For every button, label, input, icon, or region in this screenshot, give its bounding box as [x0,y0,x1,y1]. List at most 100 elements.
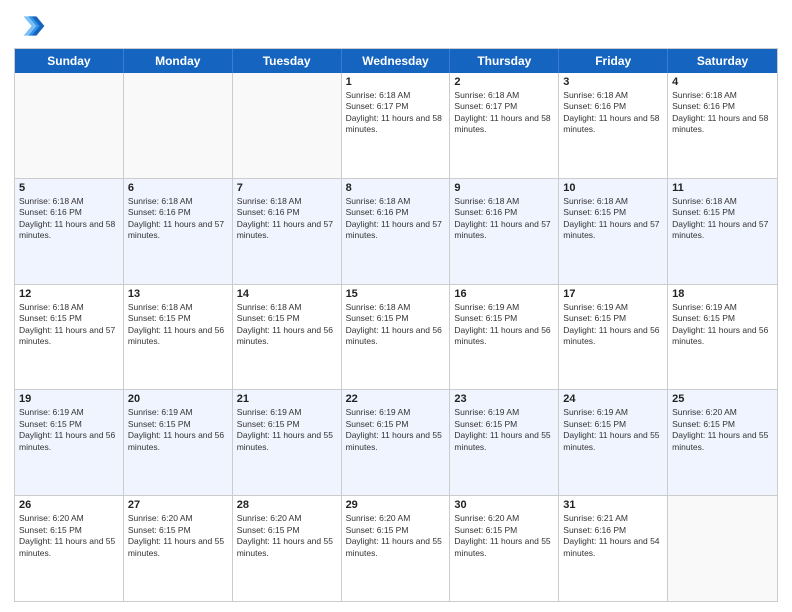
calendar-cell [233,73,342,178]
day-info: Sunrise: 6:18 AMSunset: 6:16 PMDaylight:… [672,90,773,136]
calendar-cell: 12 Sunrise: 6:18 AMSunset: 6:15 PMDayligh… [15,285,124,390]
day-info: Sunrise: 6:18 AMSunset: 6:17 PMDaylight:… [346,90,446,136]
day-info: Sunrise: 6:18 AMSunset: 6:15 PMDaylight:… [128,302,228,348]
day-number: 2 [454,76,554,88]
day-info: Sunrise: 6:19 AMSunset: 6:15 PMDaylight:… [672,302,773,348]
calendar: SundayMondayTuesdayWednesdayThursdayFrid… [14,48,778,602]
calendar-cell: 9Sunrise: 6:18 AMSunset: 6:16 PMDaylight… [450,179,559,284]
calendar-row-1: 1 Sunrise: 6:18 AMSunset: 6:17 PMDaylight… [15,73,777,179]
calendar-cell: 25Sunrise: 6:20 AMSunset: 6:15 PMDayligh… [668,390,777,495]
day-info: Sunrise: 6:18 AMSunset: 6:16 PMDaylight:… [19,196,119,242]
page-header [14,10,778,42]
calendar-cell: 8 Sunrise: 6:18 AMSunset: 6:16 PMDaylight… [342,179,451,284]
calendar-row-2: 5 Sunrise: 6:18 AMSunset: 6:16 PMDaylight… [15,179,777,285]
calendar-cell: 30 Sunrise: 6:20 AMSunset: 6:15 PMDayligh… [450,496,559,601]
day-info: Sunrise: 6:18 AMSunset: 6:16 PMDaylight:… [563,90,663,136]
day-info: Sunrise: 6:19 AMSunset: 6:15 PMDaylight:… [563,302,663,348]
day-number: 18 [672,288,773,300]
day-info: Sunrise: 6:19 AMSunset: 6:15 PMDaylight:… [19,407,119,453]
day-info: Sunrise: 6:19 AMSunset: 6:15 PMDaylight:… [128,407,228,453]
day-info: Sunrise: 6:19 AMSunset: 6:15 PMDaylight:… [346,407,446,453]
day-info: Sunrise: 6:20 AMSunset: 6:15 PMDaylight:… [237,513,337,559]
day-info: Sunrise: 6:18 AMSunset: 6:16 PMDaylight:… [128,196,228,242]
day-info: Sunrise: 6:18 AMSunset: 6:16 PMDaylight:… [454,196,554,242]
calendar-row-4: 19 Sunrise: 6:19 AMSunset: 6:15 PMDayligh… [15,390,777,496]
day-info: Sunrise: 6:20 AMSunset: 6:15 PMDaylight:… [454,513,554,559]
day-number: 22 [346,393,446,405]
calendar-cell: 1 Sunrise: 6:18 AMSunset: 6:17 PMDaylight… [342,73,451,178]
calendar-cell: 15 Sunrise: 6:18 AMSunset: 6:15 PMDayligh… [342,285,451,390]
day-number: 28 [237,499,337,511]
day-number: 23 [454,393,554,405]
calendar-cell: 13 Sunrise: 6:18 AMSunset: 6:15 PMDayligh… [124,285,233,390]
header-day-wednesday: Wednesday [342,49,451,73]
day-info: Sunrise: 6:21 AMSunset: 6:16 PMDaylight:… [563,513,663,559]
day-info: Sunrise: 6:18 AMSunset: 6:15 PMDaylight:… [346,302,446,348]
calendar-cell: 29Sunrise: 6:20 AMSunset: 6:15 PMDayligh… [342,496,451,601]
header-day-thursday: Thursday [450,49,559,73]
calendar-cell: 11 Sunrise: 6:18 AMSunset: 6:15 PMDayligh… [668,179,777,284]
calendar-cell: 4Sunrise: 6:18 AMSunset: 6:16 PMDaylight… [668,73,777,178]
day-number: 13 [128,288,228,300]
day-info: Sunrise: 6:19 AMSunset: 6:15 PMDaylight:… [237,407,337,453]
day-number: 16 [454,288,554,300]
day-number: 26 [19,499,119,511]
day-info: Sunrise: 6:18 AMSunset: 6:15 PMDaylight:… [672,196,773,242]
day-number: 31 [563,499,663,511]
day-info: Sunrise: 6:19 AMSunset: 6:15 PMDaylight:… [563,407,663,453]
calendar-cell: 28 Sunrise: 6:20 AMSunset: 6:15 PMDayligh… [233,496,342,601]
calendar-cell: 24 Sunrise: 6:19 AMSunset: 6:15 PMDayligh… [559,390,668,495]
day-number: 30 [454,499,554,511]
header-day-saturday: Saturday [668,49,777,73]
calendar-body: 1 Sunrise: 6:18 AMSunset: 6:17 PMDaylight… [15,73,777,601]
day-number: 27 [128,499,228,511]
day-number: 10 [563,182,663,194]
day-info: Sunrise: 6:19 AMSunset: 6:15 PMDaylight:… [454,302,554,348]
calendar-cell: 3 Sunrise: 6:18 AMSunset: 6:16 PMDaylight… [559,73,668,178]
calendar-cell: 14Sunrise: 6:18 AMSunset: 6:15 PMDayligh… [233,285,342,390]
calendar-cell: 2 Sunrise: 6:18 AMSunset: 6:17 PMDaylight… [450,73,559,178]
day-number: 19 [19,393,119,405]
day-number: 20 [128,393,228,405]
calendar-cell: 16 Sunrise: 6:19 AMSunset: 6:15 PMDayligh… [450,285,559,390]
calendar-cell: 23Sunrise: 6:19 AMSunset: 6:15 PMDayligh… [450,390,559,495]
day-info: Sunrise: 6:20 AMSunset: 6:15 PMDaylight:… [346,513,446,559]
calendar-header: SundayMondayTuesdayWednesdayThursdayFrid… [15,49,777,73]
day-info: Sunrise: 6:18 AMSunset: 6:15 PMDaylight:… [19,302,119,348]
day-number: 21 [237,393,337,405]
header-day-monday: Monday [124,49,233,73]
day-number: 25 [672,393,773,405]
day-number: 5 [19,182,119,194]
day-info: Sunrise: 6:20 AMSunset: 6:15 PMDaylight:… [19,513,119,559]
day-number: 24 [563,393,663,405]
day-info: Sunrise: 6:18 AMSunset: 6:15 PMDaylight:… [563,196,663,242]
calendar-cell: 20 Sunrise: 6:19 AMSunset: 6:15 PMDayligh… [124,390,233,495]
calendar-cell [124,73,233,178]
calendar-cell: 10 Sunrise: 6:18 AMSunset: 6:15 PMDayligh… [559,179,668,284]
day-number: 12 [19,288,119,300]
logo-icon [14,10,46,42]
day-number: 15 [346,288,446,300]
calendar-row-5: 26 Sunrise: 6:20 AMSunset: 6:15 PMDayligh… [15,496,777,601]
day-info: Sunrise: 6:18 AMSunset: 6:17 PMDaylight:… [454,90,554,136]
logo [14,10,50,42]
day-info: Sunrise: 6:18 AMSunset: 6:16 PMDaylight:… [237,196,337,242]
day-info: Sunrise: 6:20 AMSunset: 6:15 PMDaylight:… [128,513,228,559]
calendar-cell: 18 Sunrise: 6:19 AMSunset: 6:15 PMDayligh… [668,285,777,390]
calendar-cell [668,496,777,601]
day-number: 1 [346,76,446,88]
header-day-sunday: Sunday [15,49,124,73]
day-number: 8 [346,182,446,194]
calendar-cell: 5 Sunrise: 6:18 AMSunset: 6:16 PMDaylight… [15,179,124,284]
calendar-cell: 26 Sunrise: 6:20 AMSunset: 6:15 PMDayligh… [15,496,124,601]
day-number: 11 [672,182,773,194]
header-day-friday: Friday [559,49,668,73]
calendar-cell: 21 Sunrise: 6:19 AMSunset: 6:15 PMDayligh… [233,390,342,495]
header-day-tuesday: Tuesday [233,49,342,73]
calendar-cell: 27 Sunrise: 6:20 AMSunset: 6:15 PMDayligh… [124,496,233,601]
day-number: 7 [237,182,337,194]
day-info: Sunrise: 6:18 AMSunset: 6:16 PMDaylight:… [346,196,446,242]
calendar-row-3: 12 Sunrise: 6:18 AMSunset: 6:15 PMDayligh… [15,285,777,391]
day-info: Sunrise: 6:18 AMSunset: 6:15 PMDaylight:… [237,302,337,348]
day-number: 3 [563,76,663,88]
